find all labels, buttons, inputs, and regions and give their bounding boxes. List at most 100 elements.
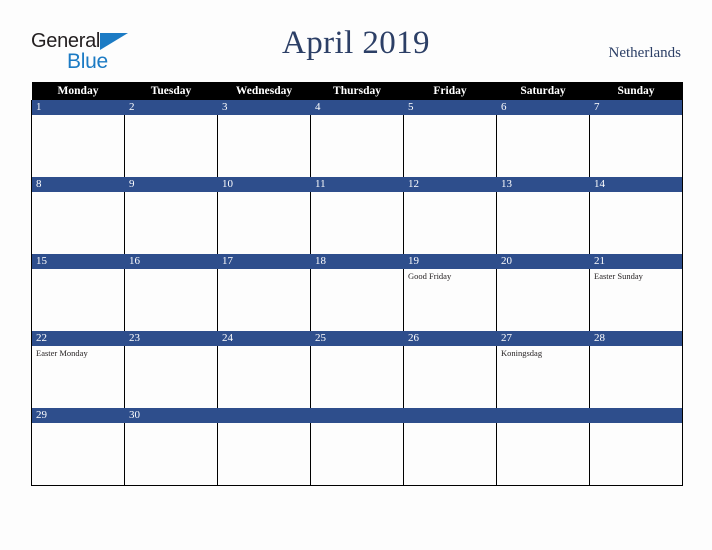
calendar-week: 15 16 17 18 19 20 21 Good Friday Easter Sunday <box>31 254 683 331</box>
day-number-empty <box>310 408 404 423</box>
day-number[interactable]: 7 <box>589 100 683 115</box>
country-label: Netherlands <box>608 45 681 61</box>
day-number-empty <box>589 408 683 423</box>
day-number[interactable]: 25 <box>310 331 404 346</box>
day-number[interactable]: 30 <box>124 408 218 423</box>
day-number[interactable]: 8 <box>31 177 125 192</box>
day-cell[interactable] <box>31 115 125 177</box>
day-number[interactable]: 2 <box>124 100 218 115</box>
day-cell[interactable] <box>589 192 683 254</box>
day-number[interactable]: 15 <box>31 254 125 269</box>
day-cell[interactable] <box>589 115 683 177</box>
calendar-weekday-header: Monday Tuesday Wednesday Thursday Friday… <box>31 82 683 100</box>
day-cell[interactable]: Koningsdag <box>496 346 590 408</box>
day-number[interactable]: 19 <box>403 254 497 269</box>
calendar-week: 29 30 <box>31 408 683 486</box>
calendar-grid: Monday Tuesday Wednesday Thursday Friday… <box>31 82 683 486</box>
calendar-date-row: 8 9 10 11 12 13 14 <box>31 177 683 192</box>
calendar-week: 22 23 24 25 26 27 28 Easter Monday Koningsdag <box>31 331 683 408</box>
day-cell[interactable] <box>589 423 683 486</box>
day-number[interactable]: 12 <box>403 177 497 192</box>
day-number[interactable]: 24 <box>217 331 311 346</box>
day-cell[interactable] <box>124 423 218 486</box>
event-label: Easter Sunday <box>594 271 643 281</box>
day-number-empty <box>403 408 497 423</box>
day-cell[interactable] <box>403 346 497 408</box>
weekday-header-saturday: Saturday <box>496 82 590 100</box>
day-cell[interactable] <box>217 192 311 254</box>
day-cell[interactable] <box>403 423 497 486</box>
day-number[interactable]: 23 <box>124 331 218 346</box>
day-number[interactable]: 28 <box>589 331 683 346</box>
day-cell[interactable]: Easter Monday <box>31 346 125 408</box>
day-number[interactable]: 11 <box>310 177 404 192</box>
day-cell[interactable] <box>403 115 497 177</box>
calendar-event-row <box>31 192 683 254</box>
day-cell[interactable] <box>217 423 311 486</box>
day-cell[interactable] <box>496 192 590 254</box>
day-cell[interactable] <box>124 269 218 331</box>
day-cell[interactable]: Good Friday <box>403 269 497 331</box>
calendar-date-row: 22 23 24 25 26 27 28 <box>31 331 683 346</box>
day-number[interactable]: 16 <box>124 254 218 269</box>
day-cell[interactable] <box>310 346 404 408</box>
day-number[interactable]: 14 <box>589 177 683 192</box>
day-cell[interactable] <box>310 423 404 486</box>
day-number[interactable]: 1 <box>31 100 125 115</box>
day-number[interactable]: 10 <box>217 177 311 192</box>
day-number[interactable]: 22 <box>31 331 125 346</box>
day-number[interactable]: 20 <box>496 254 590 269</box>
day-cell[interactable] <box>496 423 590 486</box>
calendar-date-row: 15 16 17 18 19 20 21 <box>31 254 683 269</box>
day-cell[interactable] <box>310 269 404 331</box>
weekday-header-sunday: Sunday <box>589 82 683 100</box>
weekday-header-monday: Monday <box>31 82 125 100</box>
calendar-date-row: 1234567 <box>31 100 683 115</box>
page-header: General Blue April 2019 Netherlands <box>0 0 712 82</box>
day-number[interactable]: 3 <box>217 100 311 115</box>
day-cell[interactable] <box>31 192 125 254</box>
calendar-week: 8 9 10 11 12 13 14 <box>31 177 683 254</box>
day-number[interactable]: 27 <box>496 331 590 346</box>
day-cell[interactable] <box>217 346 311 408</box>
weekday-header-friday: Friday <box>403 82 497 100</box>
calendar-event-row: Good Friday Easter Sunday <box>31 269 683 331</box>
day-cell[interactable] <box>496 269 590 331</box>
day-number[interactable]: 18 <box>310 254 404 269</box>
day-number[interactable]: 5 <box>403 100 497 115</box>
page-title: April 2019 <box>282 25 430 61</box>
event-label: Good Friday <box>408 271 452 281</box>
day-cell[interactable] <box>589 346 683 408</box>
weekday-header-wednesday: Wednesday <box>217 82 311 100</box>
event-label: Easter Monday <box>36 348 88 358</box>
day-cell[interactable] <box>124 115 218 177</box>
day-cell[interactable]: Easter Sunday <box>589 269 683 331</box>
day-number[interactable]: 17 <box>217 254 311 269</box>
day-cell[interactable] <box>124 346 218 408</box>
day-number[interactable]: 26 <box>403 331 497 346</box>
day-cell[interactable] <box>31 269 125 331</box>
day-cell[interactable] <box>496 115 590 177</box>
calendar-date-row: 29 30 <box>31 408 683 423</box>
day-number[interactable]: 21 <box>589 254 683 269</box>
weekday-header-thursday: Thursday <box>310 82 404 100</box>
day-number[interactable]: 9 <box>124 177 218 192</box>
day-cell[interactable] <box>217 115 311 177</box>
weekday-header-row: Monday Tuesday Wednesday Thursday Friday… <box>31 82 683 100</box>
day-number-empty <box>217 408 311 423</box>
day-cell[interactable] <box>31 423 125 486</box>
calendar-week: 1234567 <box>31 100 683 177</box>
day-number[interactable]: 4 <box>310 100 404 115</box>
calendar-event-row <box>31 115 683 177</box>
day-number[interactable]: 29 <box>31 408 125 423</box>
weekday-header-tuesday: Tuesday <box>124 82 218 100</box>
day-number[interactable]: 13 <box>496 177 590 192</box>
day-cell[interactable] <box>310 115 404 177</box>
calendar-event-row: Easter Monday Koningsdag <box>31 346 683 408</box>
day-number[interactable]: 6 <box>496 100 590 115</box>
day-cell[interactable] <box>217 269 311 331</box>
day-cell[interactable] <box>310 192 404 254</box>
day-cell[interactable] <box>403 192 497 254</box>
calendar-event-row <box>31 423 683 486</box>
day-cell[interactable] <box>124 192 218 254</box>
